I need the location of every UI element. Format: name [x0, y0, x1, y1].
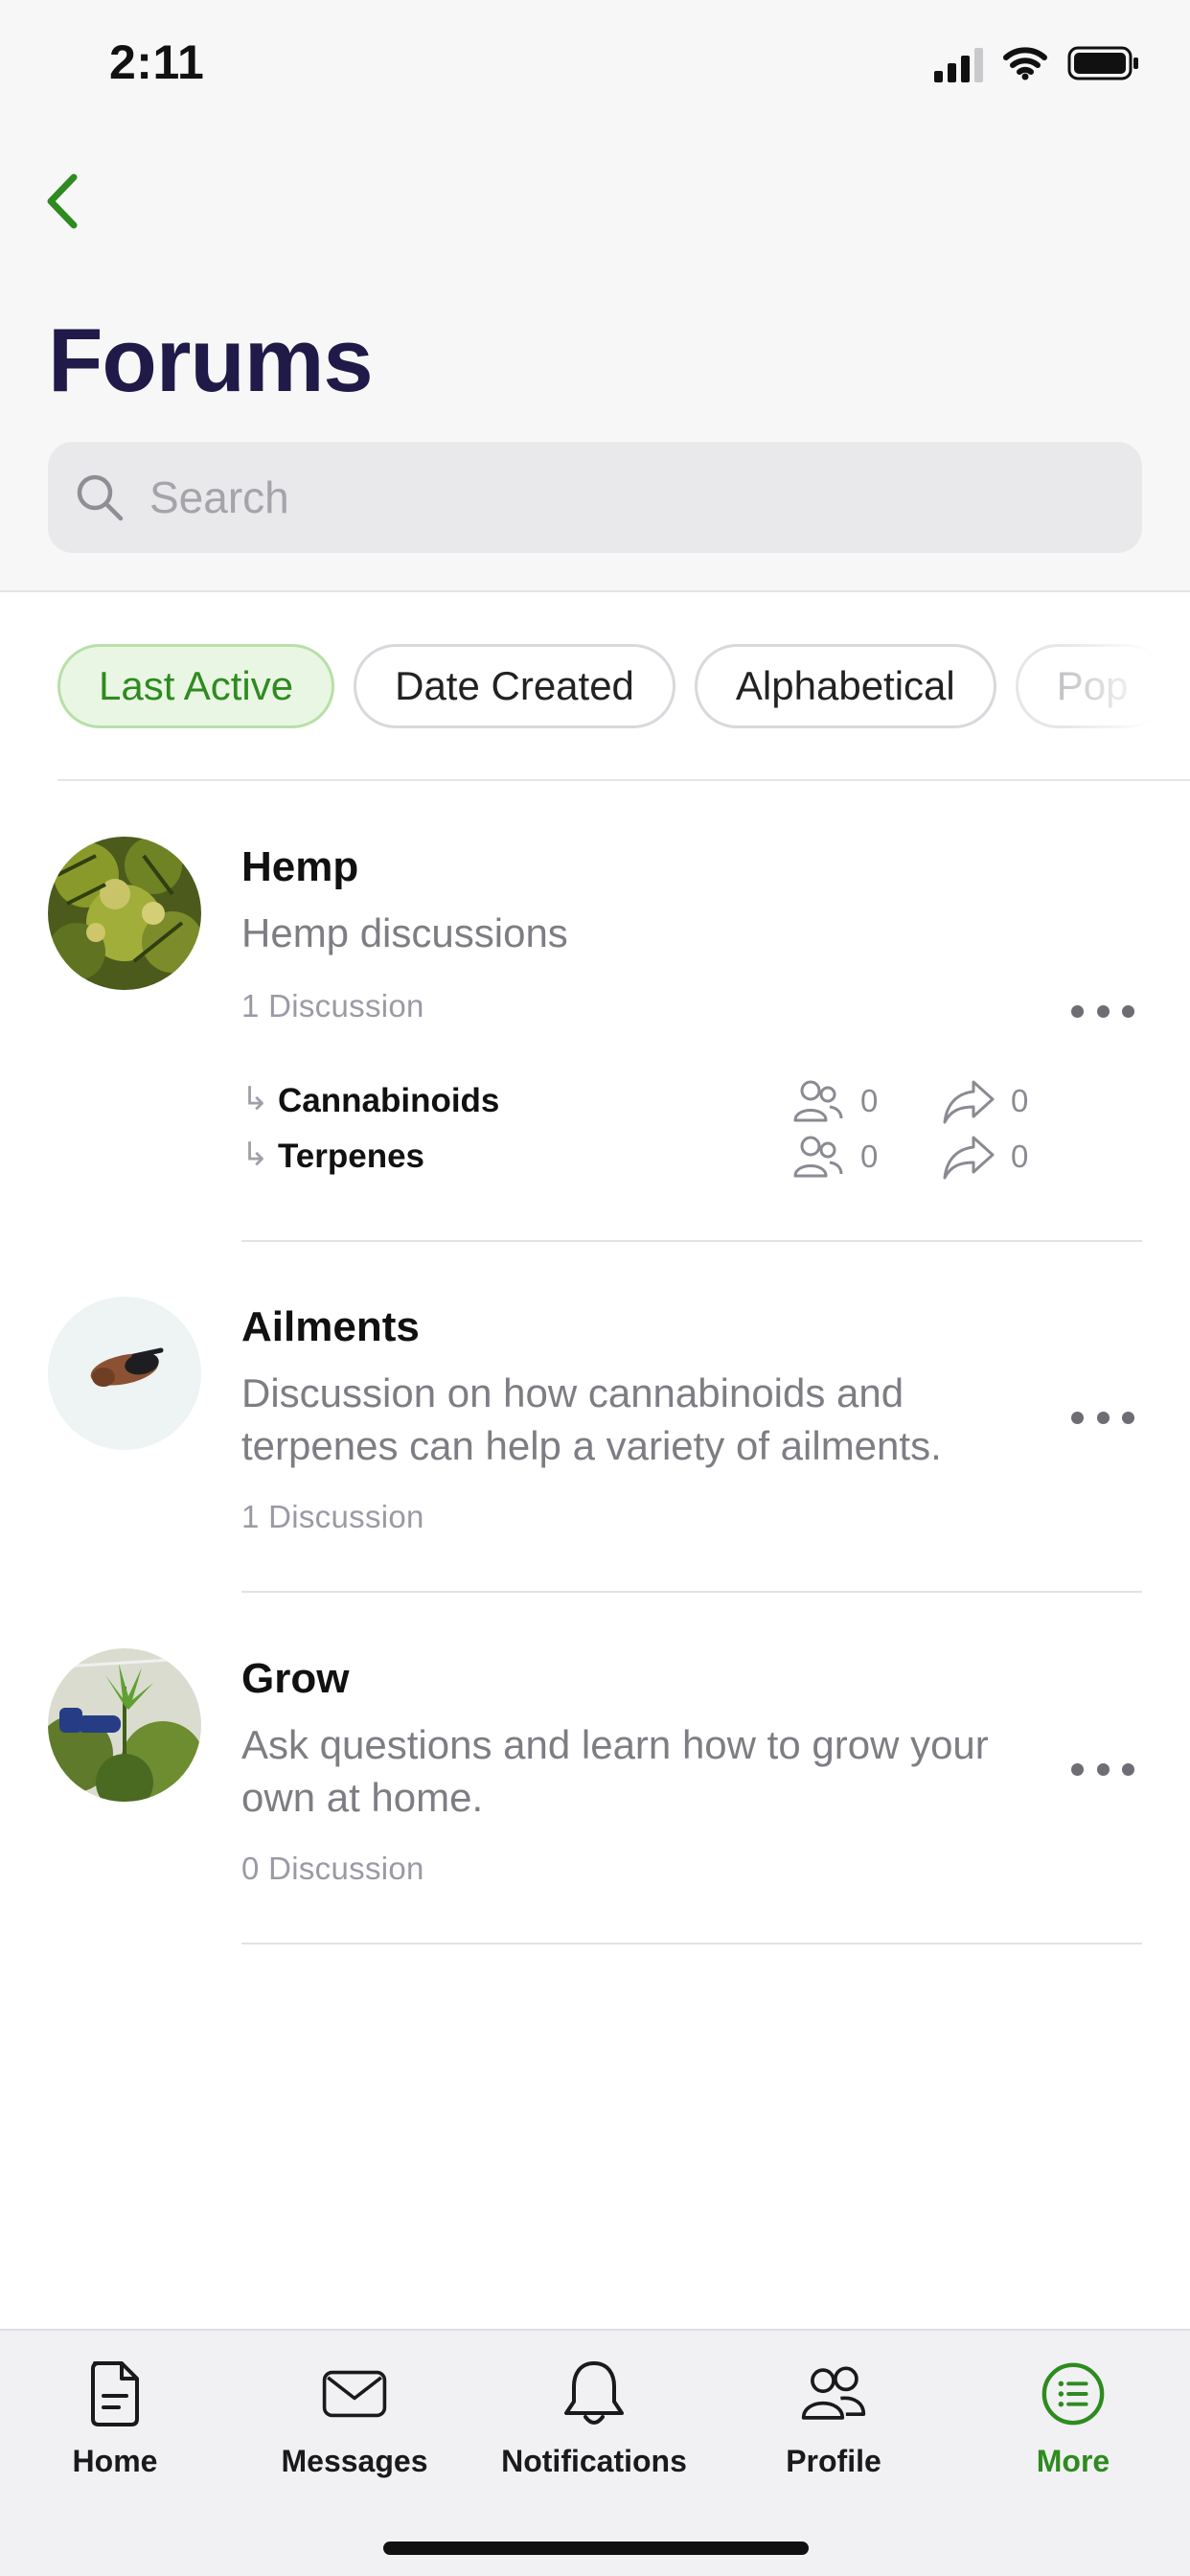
- status-time: 2:11: [109, 35, 205, 89]
- divider: [241, 1943, 1142, 1944]
- share-icon: [943, 1080, 995, 1124]
- tab-messages[interactable]: Messages: [235, 2358, 474, 2501]
- more-options-button[interactable]: [1071, 1755, 1134, 1783]
- forum-discussion-count: 0 Discussion: [241, 1851, 424, 1886]
- forum-title[interactable]: Ailments: [241, 1303, 420, 1351]
- dot: [1122, 1762, 1134, 1776]
- more-options-button[interactable]: [1071, 997, 1134, 1025]
- members-icon: [793, 1080, 843, 1122]
- dot: [1071, 1004, 1084, 1018]
- subforum-name: Cannabinoids: [278, 1082, 500, 1119]
- document-icon: [81, 2358, 149, 2430]
- subforum-cannabinoids[interactable]: ↳ Cannabinoids 0 0: [241, 1078, 1037, 1126]
- dot: [1071, 1411, 1084, 1424]
- dot: [1096, 1411, 1110, 1424]
- forum-description: Discussion on how cannabinoids and terpe…: [241, 1370, 942, 1468]
- divider: [241, 1591, 1142, 1593]
- subforum-member-count: 0: [860, 1138, 879, 1174]
- tab-label: Home: [72, 2444, 158, 2478]
- tab-notifications[interactable]: Notifications: [474, 2358, 714, 2501]
- subforum-arrow-icon: ↳: [241, 1137, 269, 1173]
- dot: [1071, 1762, 1084, 1776]
- tab-label: Notifications: [501, 2444, 687, 2478]
- envelope-icon: [321, 2358, 388, 2430]
- tab-home[interactable]: Home: [0, 2358, 235, 2501]
- tab-more[interactable]: More: [953, 2358, 1190, 2501]
- chevron-left-icon: [47, 173, 78, 229]
- search-bar[interactable]: [48, 442, 1142, 553]
- more-options-button[interactable]: [1071, 1403, 1134, 1432]
- forum-discussion-count: 1 Discussion: [241, 1499, 424, 1534]
- cellular-signal-icon: [934, 44, 983, 82]
- tab-label: More: [1036, 2444, 1110, 2478]
- filter-date-created[interactable]: Date Created: [354, 644, 675, 728]
- tab-label: Messages: [281, 2444, 428, 2478]
- subforum-terpenes[interactable]: ↳ Terpenes 0 0: [241, 1134, 1037, 1182]
- tab-profile[interactable]: Profile: [714, 2358, 953, 2501]
- search-input[interactable]: [149, 472, 1108, 523]
- people-icon: [800, 2358, 867, 2430]
- home-indicator[interactable]: [383, 2542, 809, 2555]
- dot: [1122, 1004, 1134, 1018]
- filters-fade: [1064, 632, 1190, 738]
- divider: [241, 1240, 1142, 1242]
- forum-description: Ask questions and learn how to grow your…: [241, 1722, 989, 1820]
- forum-avatar-grow: [48, 1648, 201, 1802]
- battery-icon: [1067, 46, 1138, 80]
- dot: [1096, 1762, 1110, 1776]
- filter-alphabetical[interactable]: Alphabetical: [694, 644, 996, 728]
- dot: [1122, 1411, 1134, 1424]
- filter-last-active[interactable]: Last Active: [57, 644, 335, 728]
- subforum-share-count: 0: [1011, 1138, 1029, 1174]
- tab-label: Profile: [786, 2444, 881, 2478]
- wifi-icon: [1003, 47, 1047, 80]
- dot: [1096, 1004, 1110, 1018]
- forum-avatar-ailments: [48, 1297, 201, 1450]
- back-button[interactable]: [29, 163, 96, 240]
- bell-icon: [561, 2358, 628, 2430]
- forum-title[interactable]: Grow: [241, 1655, 349, 1703]
- subforum-member-count: 0: [860, 1083, 879, 1118]
- subforum-name: Terpenes: [278, 1138, 425, 1175]
- sort-filters: Last Active Date Created Alphabetical Po…: [57, 644, 1170, 728]
- search-icon: [73, 471, 126, 524]
- share-icon: [943, 1136, 995, 1180]
- page-title: Forums: [48, 310, 374, 410]
- status-icons: [934, 42, 1140, 84]
- forum-avatar-hemp: [48, 837, 201, 990]
- forum-description: Hemp discussions: [241, 910, 568, 955]
- subforum-arrow-icon: ↳: [241, 1081, 269, 1117]
- subforum-share-count: 0: [1011, 1083, 1029, 1118]
- forum-discussion-count: 1 Discussion: [241, 988, 424, 1024]
- tab-bar: Home Messages Notifications Profile More: [0, 2329, 1190, 2576]
- forum-title[interactable]: Hemp: [241, 843, 358, 891]
- list-icon: [1040, 2358, 1107, 2430]
- divider: [57, 779, 1190, 781]
- members-icon: [793, 1136, 843, 1178]
